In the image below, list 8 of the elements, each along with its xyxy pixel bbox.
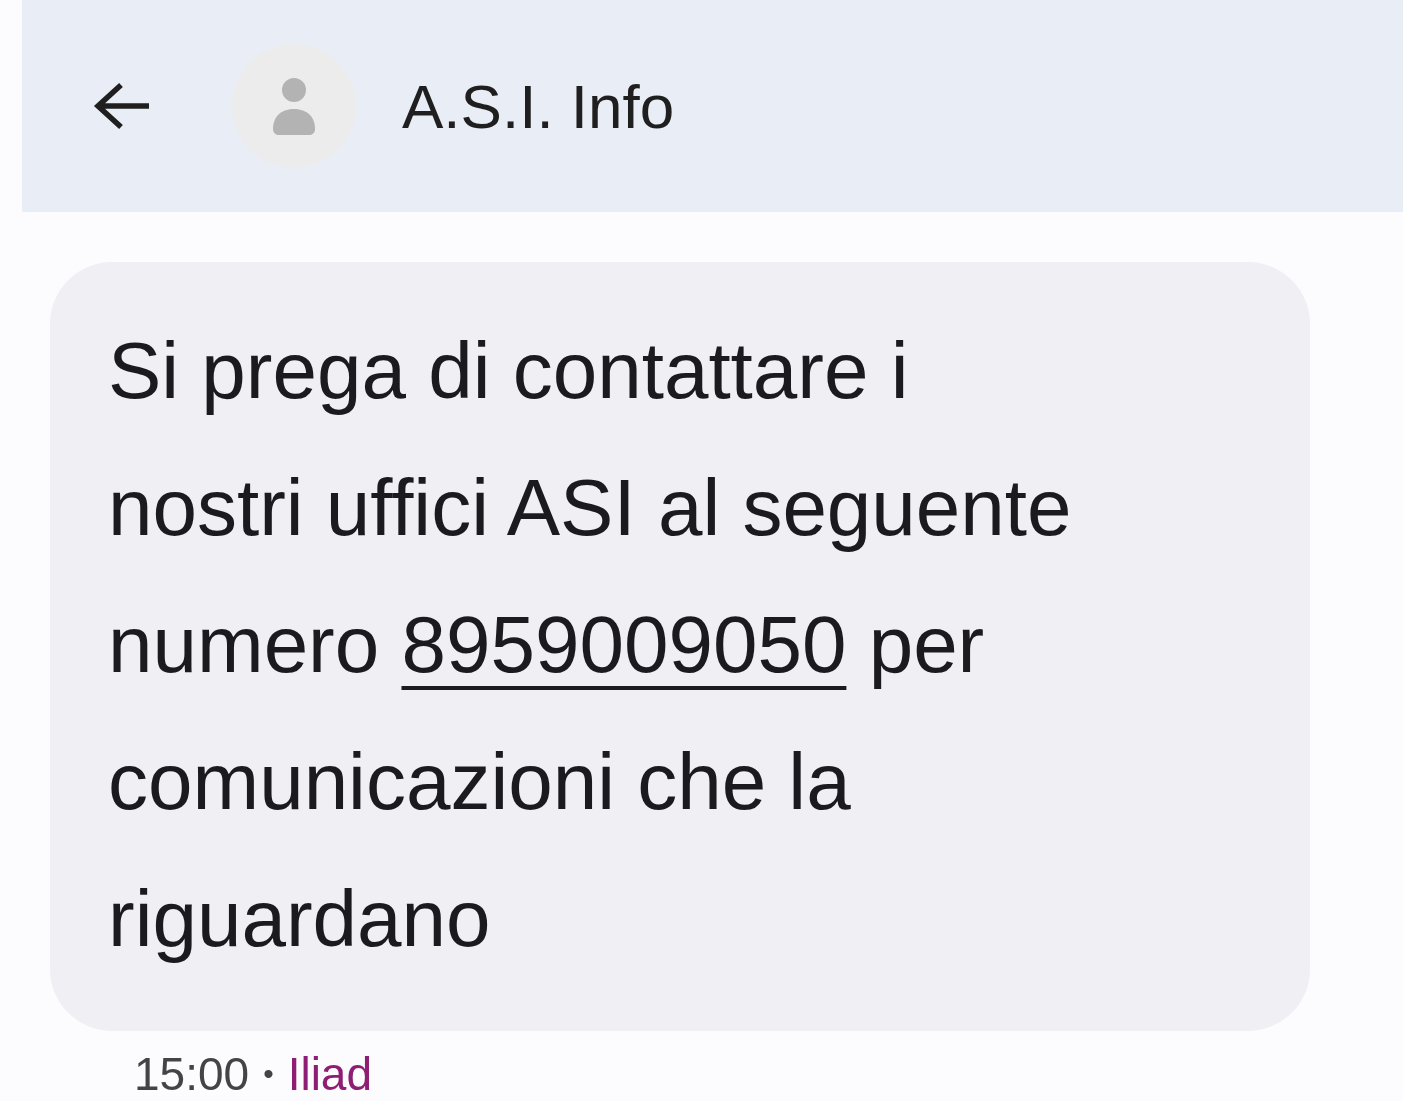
back-arrow-icon (93, 82, 151, 130)
separator-dot: • (263, 1057, 274, 1091)
message-text: Si prega di contattare i nostri uffici ASI al seguente numero 8959009050 per comunicazioni che la riguardano (108, 325, 1073, 965)
phone-link[interactable]: 8959009050 (401, 600, 847, 689)
carrier-label: Iliad (287, 1047, 373, 1101)
contact-name: A.S.I. Info (402, 70, 675, 142)
message-time: 15:00 (134, 1047, 250, 1101)
person-icon (271, 77, 317, 135)
